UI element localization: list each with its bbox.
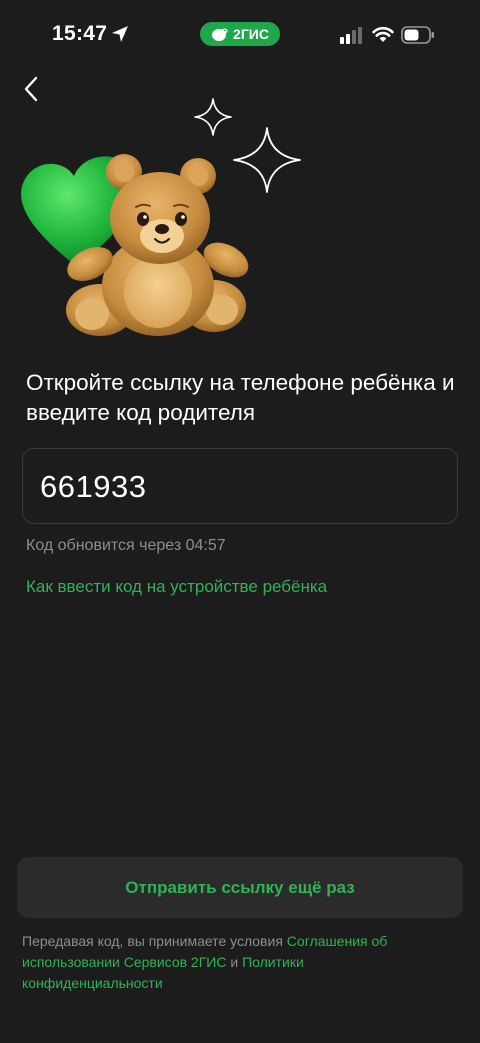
- how-to-enter-code-link[interactable]: Как ввести код на устройстве ребёнка: [26, 577, 327, 597]
- legal-notice: Передавая код, вы принимаете условия Сог…: [22, 931, 442, 994]
- parent-code-field[interactable]: 661933: [22, 448, 458, 524]
- resend-link-button[interactable]: Отправить ссылку ещё раз: [17, 857, 463, 918]
- screen: 15:47 2ГИС Откройте ссылку на телефоне р…: [0, 0, 480, 1043]
- code-refresh-timer: Код обновится через 04:57: [26, 537, 226, 554]
- teddy-bear-illustration: [21, 98, 301, 336]
- wifi-icon: [372, 26, 394, 42]
- status-bar: 15:47 2ГИС: [0, 0, 480, 70]
- legal-middle: и: [226, 954, 243, 970]
- brand-name: 2ГИС: [233, 26, 269, 42]
- sparkle-small-icon: [194, 98, 232, 136]
- brand-pill[interactable]: 2ГИС: [200, 22, 280, 46]
- parent-code-value: 661933: [40, 469, 147, 504]
- legal-prefix: Передавая код, вы принимаете условия: [22, 933, 287, 949]
- page-title: Откройте ссылку на телефоне ребёнка и вв…: [26, 370, 455, 425]
- battery-icon: [401, 26, 434, 44]
- status-time: 15:47: [52, 22, 108, 45]
- location-arrow-icon: [112, 26, 128, 42]
- brand-logo-icon: [212, 28, 228, 41]
- signal-icon: [340, 27, 362, 44]
- sparkle-large-icon: [233, 127, 301, 193]
